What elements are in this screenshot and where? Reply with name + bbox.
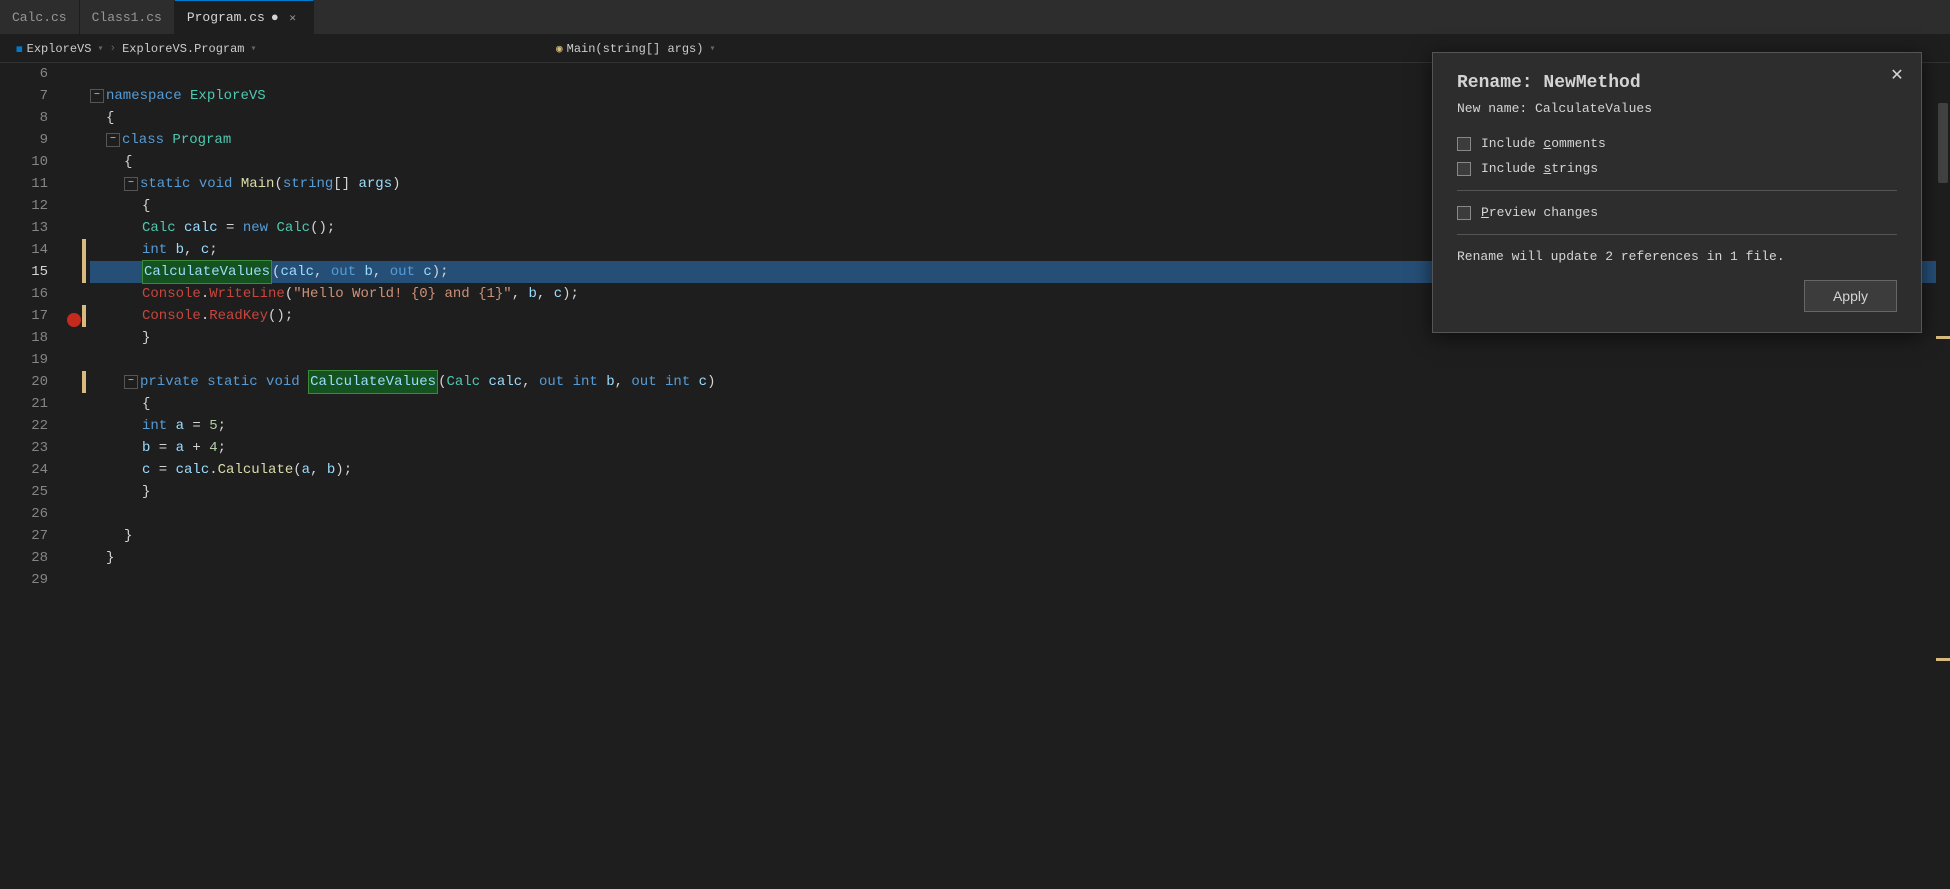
- include-comments-label[interactable]: Include comments: [1481, 136, 1606, 151]
- ns-ExploreVS: ExploreVS: [190, 85, 266, 107]
- rename-dialog-title: Rename: NewMethod: [1457, 73, 1897, 93]
- method-highlight-calculateValues: CalculateValues: [142, 260, 272, 284]
- kw-namespace: namespace: [106, 85, 182, 107]
- code-line-22: int a = 5 ;: [90, 415, 1950, 437]
- line-num-19: 19: [0, 349, 48, 371]
- include-strings-option: Include strings: [1457, 161, 1897, 176]
- line-num-20: 20: [0, 371, 48, 393]
- breadcrumb-method-icon: ◉: [556, 42, 563, 56]
- line-num-9: 9: [0, 129, 48, 151]
- method-highlight-calculateValues-2: CalculateValues: [308, 370, 438, 394]
- breadcrumb-dropdown-icon-2[interactable]: ▾: [251, 43, 257, 55]
- line-num-8: 8: [0, 107, 48, 129]
- vertical-scrollbar[interactable]: [1936, 63, 1950, 889]
- close-dialog-button[interactable]: ✕: [1887, 65, 1907, 85]
- tab-label: Calc.cs: [12, 10, 67, 25]
- line-num-26: 26: [0, 503, 48, 525]
- code-line-28: }: [90, 547, 1950, 569]
- line-num-27: 27: [0, 525, 48, 547]
- line-num-11: 11: [0, 173, 48, 195]
- line-num-14: 14: [0, 239, 48, 261]
- code-line-19: [90, 349, 1950, 371]
- tab-class1-cs[interactable]: Class1.cs: [80, 0, 175, 34]
- scrollbar-change-indicator-1: [1936, 336, 1950, 339]
- fold-marker-9[interactable]: −: [106, 133, 120, 147]
- line-num-24: 24: [0, 459, 48, 481]
- line-num-16: 16: [0, 283, 48, 305]
- space: [182, 85, 190, 107]
- tab-close-button[interactable]: ✕: [285, 10, 301, 26]
- include-strings-label[interactable]: Include strings: [1481, 161, 1598, 176]
- breadcrumb-icon: ◼: [16, 42, 23, 56]
- param-c-highlight: c: [423, 261, 431, 283]
- line-numbers-gutter: 6 7 8 9 10 11 12 13 14 15 16 17 18 19 20…: [0, 63, 60, 889]
- line-num-25: 25: [0, 481, 48, 503]
- line-num-15: 15: [0, 261, 48, 283]
- scrollbar-change-indicator-2: [1936, 658, 1950, 661]
- include-comments-option: Include comments: [1457, 136, 1897, 151]
- include-strings-checkbox[interactable]: [1457, 162, 1471, 176]
- breadcrumb-exploreVS[interactable]: ◼ ExploreVS ▾: [10, 42, 109, 56]
- line-num-12: 12: [0, 195, 48, 217]
- breakpoint-gutter: [60, 63, 82, 889]
- code-line-23: b = a + 4 ;: [90, 437, 1950, 459]
- tab-program-cs[interactable]: Program.cs ● ✕: [175, 0, 314, 34]
- line-num-13: 13: [0, 217, 48, 239]
- rename-separator-2: [1457, 234, 1897, 235]
- code-line-29: [90, 569, 1950, 591]
- preview-changes-label[interactable]: Preview changes: [1481, 205, 1598, 220]
- line-num-7: 7: [0, 85, 48, 107]
- line-num-6: 6: [0, 63, 48, 85]
- breadcrumb-main[interactable]: ◉ Main(string[] args) ▾: [550, 42, 721, 56]
- scrollbar-thumb[interactable]: [1938, 103, 1948, 183]
- code-line-21: {: [90, 393, 1950, 415]
- tab-bar: Calc.cs Class1.cs Program.cs ● ✕: [0, 0, 1950, 35]
- breadcrumb-label-2: ExploreVS.Program: [122, 42, 244, 56]
- code-line-20: − private static void CalculateValues ( …: [90, 371, 1950, 393]
- fold-marker-11[interactable]: −: [124, 177, 138, 191]
- tab-modified-dot: ●: [271, 10, 279, 25]
- code-line-24: c = calc . Calculate ( a , b );: [90, 459, 1950, 481]
- rename-dialog: ✕ Rename: NewMethod New name: CalculateV…: [1432, 52, 1922, 333]
- preview-changes-option: Preview changes: [1457, 205, 1897, 220]
- code-line-26: [90, 503, 1950, 525]
- code-line-25: }: [90, 481, 1950, 503]
- line-num-28: 28: [0, 547, 48, 569]
- include-comments-checkbox[interactable]: [1457, 137, 1471, 151]
- breadcrumb-program[interactable]: ExploreVS.Program ▾: [116, 42, 262, 56]
- rename-dialog-subtitle: New name: CalculateValues: [1457, 101, 1897, 116]
- fold-marker-20[interactable]: −: [124, 375, 138, 389]
- line-num-21: 21: [0, 393, 48, 415]
- fold-marker-7[interactable]: −: [90, 89, 104, 103]
- line-num-17: 17: [0, 305, 48, 327]
- tab-label: Class1.cs: [92, 10, 162, 25]
- preview-changes-checkbox[interactable]: [1457, 206, 1471, 220]
- breadcrumb-label: ExploreVS: [27, 42, 92, 56]
- code-line-27: }: [90, 525, 1950, 547]
- breadcrumb-separator: ›: [109, 43, 116, 55]
- tab-calc-cs[interactable]: Calc.cs: [0, 0, 80, 34]
- line-num-10: 10: [0, 151, 48, 173]
- apply-button[interactable]: Apply: [1804, 280, 1897, 312]
- rename-info-text: Rename will update 2 references in 1 fil…: [1457, 249, 1897, 264]
- line-num-23: 23: [0, 437, 48, 459]
- breadcrumb-dropdown-icon[interactable]: ▾: [97, 43, 103, 55]
- tab-label: Program.cs: [187, 10, 265, 25]
- rename-separator: [1457, 190, 1897, 191]
- line-num-29: 29: [0, 569, 48, 591]
- breadcrumb-method-label: Main(string[] args): [567, 42, 704, 56]
- line-num-22: 22: [0, 415, 48, 437]
- line-num-18: 18: [0, 327, 48, 349]
- breadcrumb-dropdown-icon-3[interactable]: ▾: [709, 43, 715, 55]
